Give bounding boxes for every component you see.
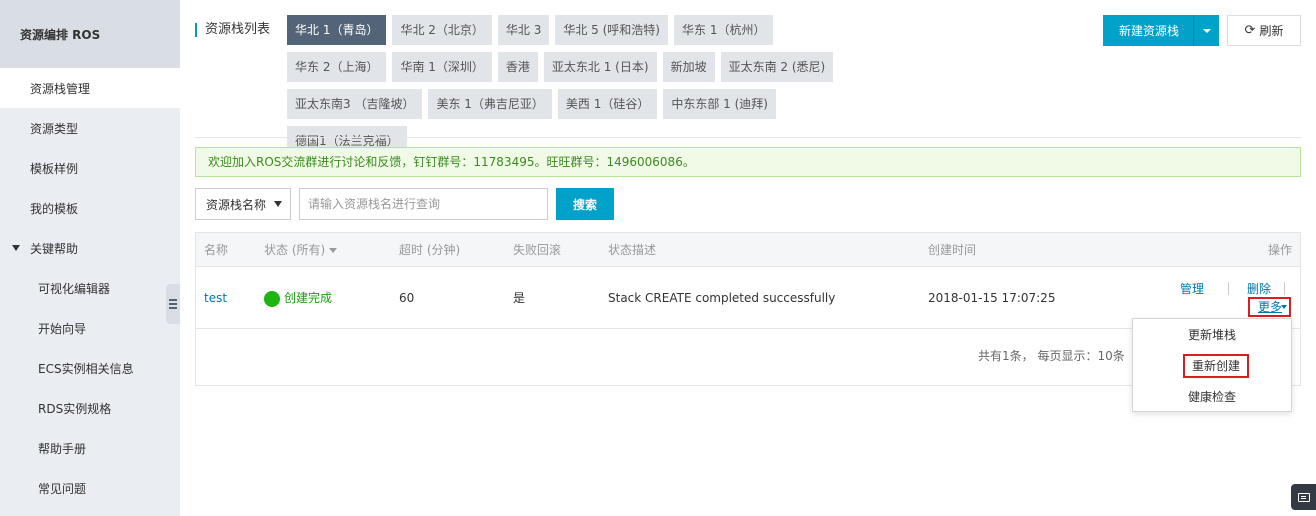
sidebar-group-key-help[interactable]: 关键帮助 [0, 228, 180, 268]
search-field-value: 资源栈名称 [206, 197, 267, 212]
search-field-select[interactable]: 资源栈名称 [195, 188, 291, 220]
more-actions-menu: 更新堆栈 重新创建 健康检查 [1132, 318, 1292, 412]
feedback-icon[interactable] [1291, 484, 1316, 510]
region-tab-huhehaote[interactable]: 华北 5 (呼和浩特) [555, 15, 668, 45]
created-cell: 2018-01-15 17:07:25 [928, 291, 1056, 305]
sidebar-title: 资源编排 ROS [0, 0, 180, 68]
sidebar-item-visual-editor[interactable]: 可视化编辑器 [0, 268, 180, 308]
notice-banner: 欢迎加入ROS交流群进行讨论和反馈，钉钉群号：11783495。旺旺群号：149… [195, 147, 1301, 177]
pagination-summary: 共有1条， 每页显示：10条 [978, 349, 1125, 363]
region-tab-kualalumpur[interactable]: 亚太东南3 （吉隆坡） [287, 89, 423, 119]
col-rollback: 失败回滚 [513, 243, 562, 257]
region-tab-huabei3[interactable]: 华北 3 [497, 15, 550, 45]
divider [195, 137, 1301, 138]
new-stack-dropdown-icon[interactable] [1194, 28, 1219, 33]
sidebar-item-ecs-info[interactable]: ECS实例相关信息 [0, 348, 180, 388]
new-stack-button[interactable]: 新建资源栈 [1103, 15, 1219, 46]
sidebar: 资源编排 ROS 资源栈管理 资源类型 模板样例 我的模板 关键帮助 可视化编辑… [0, 0, 180, 516]
region-tab-sydney[interactable]: 亚太东南 2 (悉尼) [720, 52, 834, 82]
stack-name-link[interactable]: test [204, 268, 227, 329]
manage-link[interactable]: 管理 [1180, 282, 1204, 296]
col-description: 状态描述 [608, 243, 657, 257]
more-dropdown-icon [1281, 305, 1287, 309]
menu-item-health-check[interactable]: 健康检查 [1133, 385, 1291, 409]
sidebar-item-my-templates[interactable]: 我的模板 [0, 188, 180, 228]
sidebar-group-label: 关键帮助 [30, 241, 79, 256]
refresh-label: 刷新 [1259, 24, 1284, 38]
more-actions-button[interactable]: 更多 [1248, 297, 1291, 317]
col-timeout: 超时 (分钟) [399, 243, 461, 257]
region-list-title: 资源栈列表 [195, 23, 270, 37]
region-tabs: 华北 1（青岛） 华北 2（北京） 华北 3 华北 5 (呼和浩特) 华东 1（… [287, 15, 857, 156]
action-separator [1228, 282, 1229, 295]
region-tab-hongkong[interactable]: 香港 [497, 52, 538, 82]
refresh-icon: ⟳ [1244, 23, 1256, 38]
delete-link[interactable]: 删除 [1247, 282, 1271, 296]
table-header: 名称 状态 (所有) 超时 (分钟) 失败回滚 状态描述 创建时间 操作 [196, 233, 1300, 267]
region-tab-hangzhou[interactable]: 华东 1（杭州） [674, 15, 774, 45]
search-input[interactable] [299, 188, 548, 220]
sidebar-item-faq[interactable]: 常见问题 [0, 468, 180, 508]
success-status-icon [264, 290, 280, 307]
refresh-button[interactable]: ⟳ 刷新 [1227, 15, 1301, 46]
status-text: 创建完成 [284, 291, 333, 305]
region-tab-beijing[interactable]: 华北 2（北京） [392, 15, 492, 45]
action-separator [1284, 282, 1285, 295]
filter-dropdown-icon [329, 248, 338, 253]
rollback-cell: 是 [513, 291, 526, 305]
timeout-cell: 60 [399, 291, 415, 305]
col-status-label: 状态 (所有) [264, 243, 326, 257]
new-stack-label: 新建资源栈 [1119, 24, 1180, 38]
col-actions: 操作 [1268, 243, 1293, 257]
caret-down-icon [12, 245, 20, 251]
sidebar-collapse-icon[interactable] [166, 284, 180, 324]
region-tab-shanghai[interactable]: 华东 2（上海） [287, 52, 387, 82]
col-name: 名称 [204, 243, 229, 257]
sidebar-item-resource-types[interactable]: 资源类型 [0, 108, 180, 148]
region-tab-singapore[interactable]: 新加坡 [662, 52, 715, 82]
menu-item-recreate[interactable]: 重新创建 [1183, 354, 1249, 378]
region-tab-virginia[interactable]: 美东 1（弗吉尼亚） [428, 89, 552, 119]
region-tab-japan[interactable]: 亚太东北 1 (日本) [543, 52, 657, 82]
sidebar-item-template-samples[interactable]: 模板样例 [0, 148, 180, 188]
description-cell: Stack CREATE completed successfully [608, 291, 836, 305]
sidebar-item-stack-management[interactable]: 资源栈管理 [0, 68, 180, 108]
sidebar-item-getting-started[interactable]: 开始向导 [0, 308, 180, 348]
sidebar-item-help-manual[interactable]: 帮助手册 [0, 428, 180, 468]
col-created: 创建时间 [928, 243, 977, 257]
select-arrow-icon [274, 201, 282, 207]
menu-item-update-stack[interactable]: 更新堆栈 [1133, 323, 1291, 347]
region-tab-qingdao[interactable]: 华北 1（青岛） [287, 15, 387, 45]
search-button[interactable]: 搜索 [556, 188, 614, 220]
region-tab-dubai[interactable]: 中东东部 1 (迪拜) [663, 89, 776, 119]
region-tab-shenzhen[interactable]: 华南 1（深圳） [392, 52, 492, 82]
col-status[interactable]: 状态 (所有) [264, 233, 338, 267]
sidebar-item-rds-specs[interactable]: RDS实例规格 [0, 388, 180, 428]
more-label: 更多 [1258, 300, 1283, 314]
status-cell: 创建完成 [264, 268, 332, 329]
region-tab-silicon-valley[interactable]: 美西 1（硅谷） [557, 89, 658, 119]
